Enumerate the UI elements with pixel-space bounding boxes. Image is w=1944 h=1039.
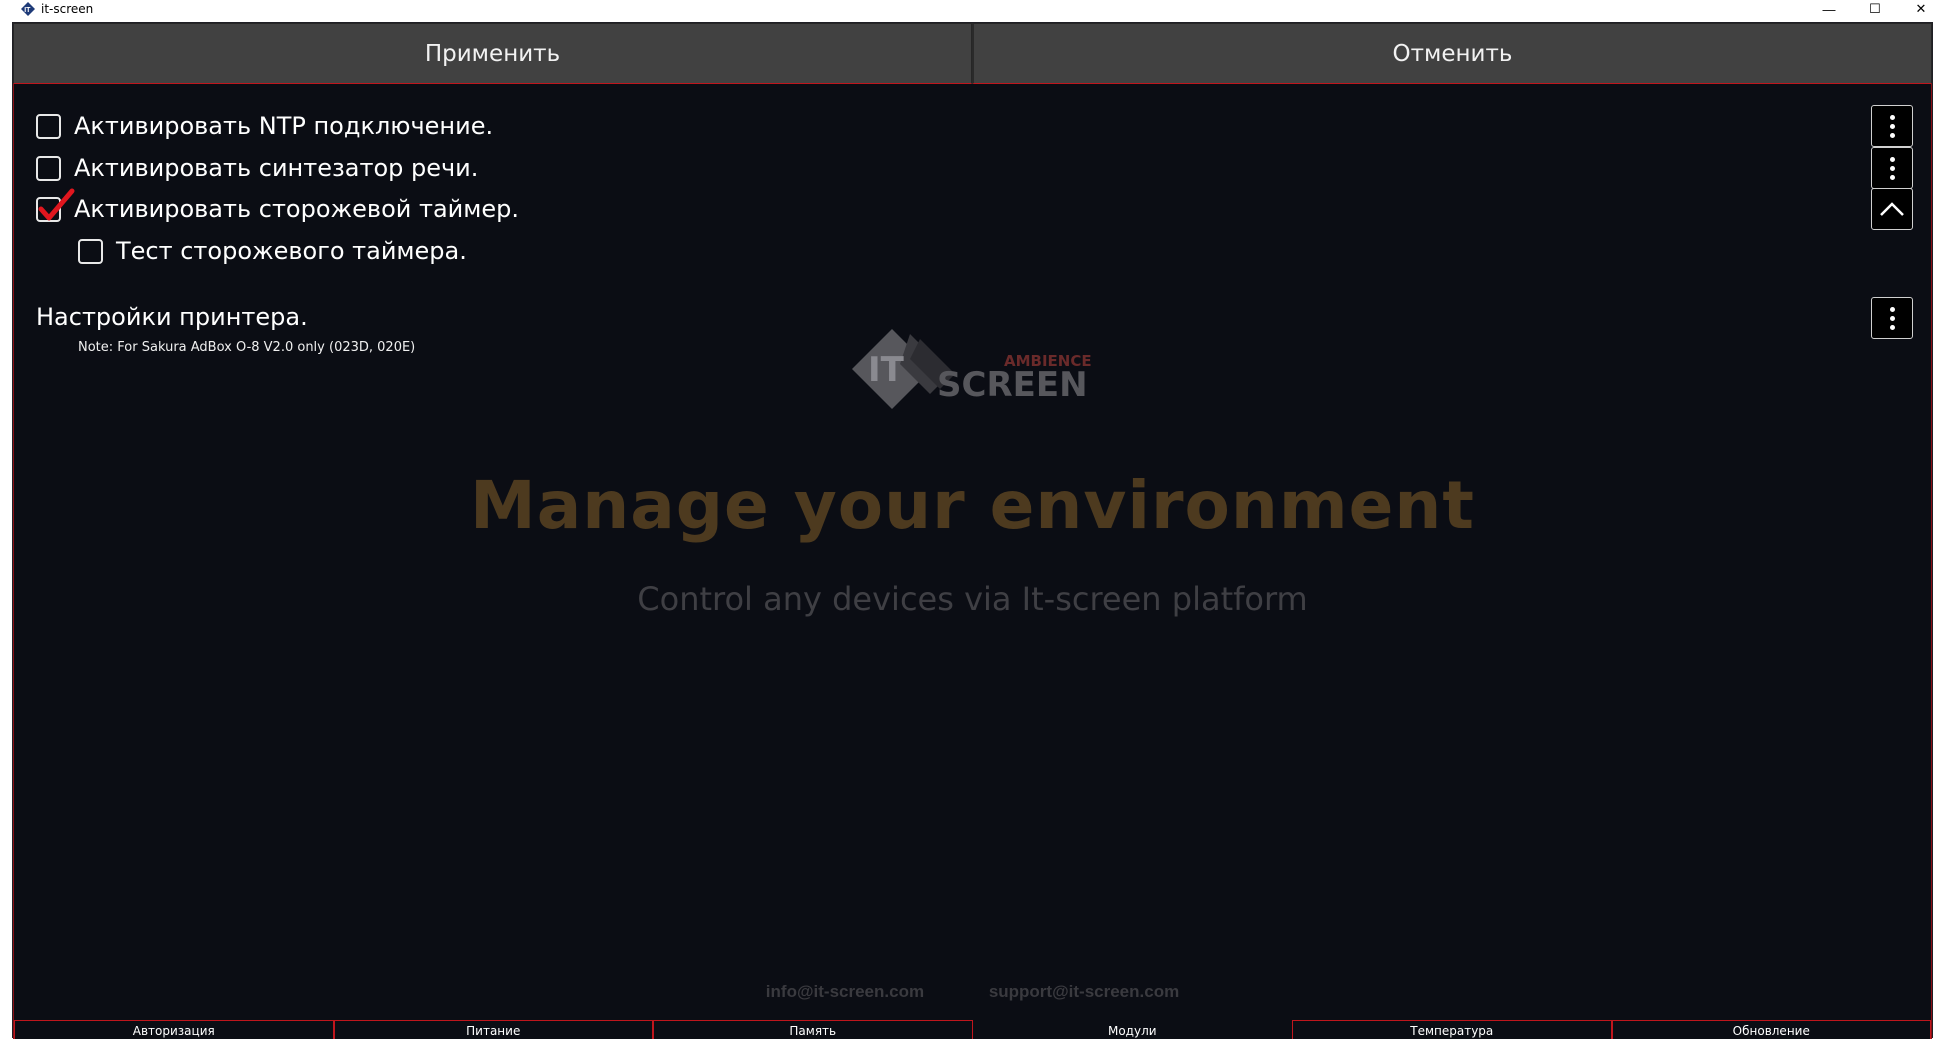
watermark-logo-screen: SCREEN <box>937 365 1088 405</box>
watermark-headline: Manage your environment <box>470 467 1475 544</box>
window-controls: — ☐ ✕ <box>1806 0 1944 18</box>
vertical-dots-icon <box>1889 156 1895 180</box>
watermark-emails: info@it-screen.com support@it-screen.com <box>14 982 1931 1002</box>
printer-settings-text: Настройки принтера. <box>36 303 308 331</box>
svg-text:IT: IT <box>24 7 31 14</box>
apply-button[interactable]: Применить <box>13 23 972 84</box>
it-screen-watermark-logo: IT AMBIENCE SCREEN <box>852 329 1092 409</box>
action-bar: Применить Отменить <box>13 23 1932 84</box>
vertical-dots-icon <box>1889 114 1895 138</box>
printer-settings-label: Настройки принтера. <box>36 303 308 331</box>
title-bar: IT it-screen — ☐ ✕ <box>0 0 1944 18</box>
watermark-email-info: info@it-screen.com <box>765 982 925 1001</box>
maximize-button[interactable]: ☐ <box>1852 0 1898 18</box>
speech-synth-checkbox[interactable] <box>36 155 61 181</box>
minimize-button[interactable]: — <box>1806 0 1852 18</box>
chevron-up-icon <box>1880 202 1904 216</box>
watchdog-checkbox[interactable] <box>36 188 75 222</box>
option-watchdog[interactable]: Активировать сторожевой таймер. <box>36 188 519 223</box>
ntp-checkbox[interactable] <box>36 113 61 139</box>
watermark-subline: Control any devices via It-screen platfo… <box>637 580 1308 618</box>
option-watchdog-test[interactable]: Тест сторожевого таймера. <box>78 237 467 265</box>
watermark-email-support: support@it-screen.com <box>988 982 1180 1001</box>
bottom-tab-bar: Авторизация Питание Память Модули Темпер… <box>14 1020 1931 1039</box>
watchdog-test-checkbox[interactable] <box>78 238 103 264</box>
tab-memory[interactable]: Память <box>653 1020 973 1039</box>
tab-modules[interactable]: Модули <box>972 1020 1292 1039</box>
watchdog-note: Note: For Sakura AdBox O-8 V2.0 only (02… <box>78 340 416 355</box>
cancel-button[interactable]: Отменить <box>972 23 1932 84</box>
it-screen-logo-icon: IT <box>21 2 35 16</box>
tab-update[interactable]: Обновление <box>1611 1020 1931 1039</box>
main-window: Применить Отменить IT AMBIENCE SCREEN Ma… <box>12 22 1933 1039</box>
watermark-logo-it: IT <box>868 350 905 390</box>
vertical-dots-icon <box>1889 306 1895 330</box>
speech-synth-menu-button[interactable] <box>1871 147 1913 189</box>
printer-menu-button[interactable] <box>1871 297 1913 339</box>
option-watchdog-label: Активировать сторожевой таймер. <box>74 195 519 223</box>
checkmark-icon <box>38 188 75 220</box>
tab-power[interactable]: Питание <box>333 1020 653 1039</box>
option-ntp-label: Активировать NTP подключение. <box>74 112 494 140</box>
option-ntp[interactable]: Активировать NTP подключение. <box>36 112 493 140</box>
option-speech-synth[interactable]: Активировать синтезатор речи. <box>36 154 478 182</box>
window-title: it-screen <box>41 2 94 16</box>
close-button[interactable]: ✕ <box>1898 0 1944 18</box>
watchdog-collapse-button[interactable] <box>1871 188 1913 230</box>
settings-panel: IT AMBIENCE SCREEN Manage your environme… <box>13 84 1932 1039</box>
tab-authorization[interactable]: Авторизация <box>14 1020 334 1039</box>
ntp-menu-button[interactable] <box>1871 105 1913 147</box>
option-speech-synth-label: Активировать синтезатор речи. <box>74 154 479 182</box>
option-watchdog-test-label: Тест сторожевого таймера. <box>116 237 467 265</box>
tab-temperature[interactable]: Температура <box>1292 1020 1612 1039</box>
